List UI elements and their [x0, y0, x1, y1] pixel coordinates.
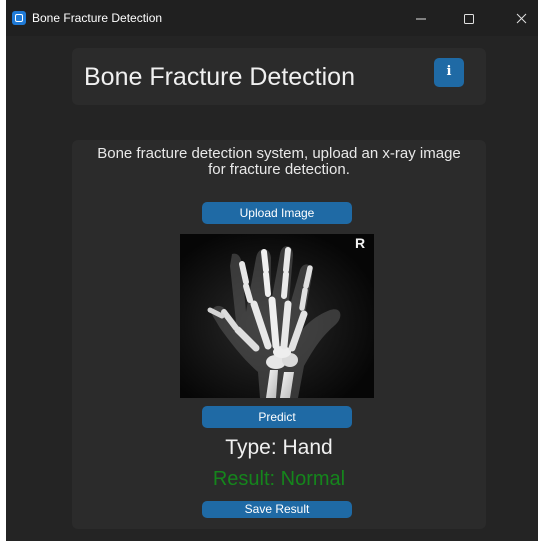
maximize-button[interactable] [454, 8, 484, 30]
hand-xray-icon [180, 234, 374, 398]
header-panel: Bone Fracture Detection i [72, 48, 486, 105]
close-button[interactable] [507, 8, 537, 30]
minimize-button[interactable] [406, 8, 436, 30]
close-icon [516, 13, 527, 24]
info-icon: i [446, 64, 452, 79]
app-window: Bone Fracture Detection Bone Fracture De… [6, 0, 538, 541]
app-icon [12, 11, 26, 25]
predict-button[interactable]: Predict [202, 406, 352, 428]
main-panel: Bone fracture detection system, upload a… [72, 140, 486, 529]
upload-image-button[interactable]: Upload Image [202, 202, 352, 224]
maximize-icon [464, 14, 474, 24]
title-bar[interactable]: Bone Fracture Detection [6, 0, 538, 36]
type-label: Type: Hand [225, 436, 333, 459]
window-title: Bone Fracture Detection [32, 11, 163, 25]
save-result-button[interactable]: Save Result [202, 501, 352, 518]
info-button[interactable]: i [434, 58, 464, 87]
result-label: Result: Normal [212, 468, 346, 490]
xray-image: R [180, 234, 374, 398]
xray-side-marker: R [355, 235, 366, 251]
description-text: Bone fracture detection system, upload a… [97, 145, 461, 178]
minimize-icon [416, 18, 426, 20]
page-title: Bone Fracture Detection [84, 63, 355, 91]
